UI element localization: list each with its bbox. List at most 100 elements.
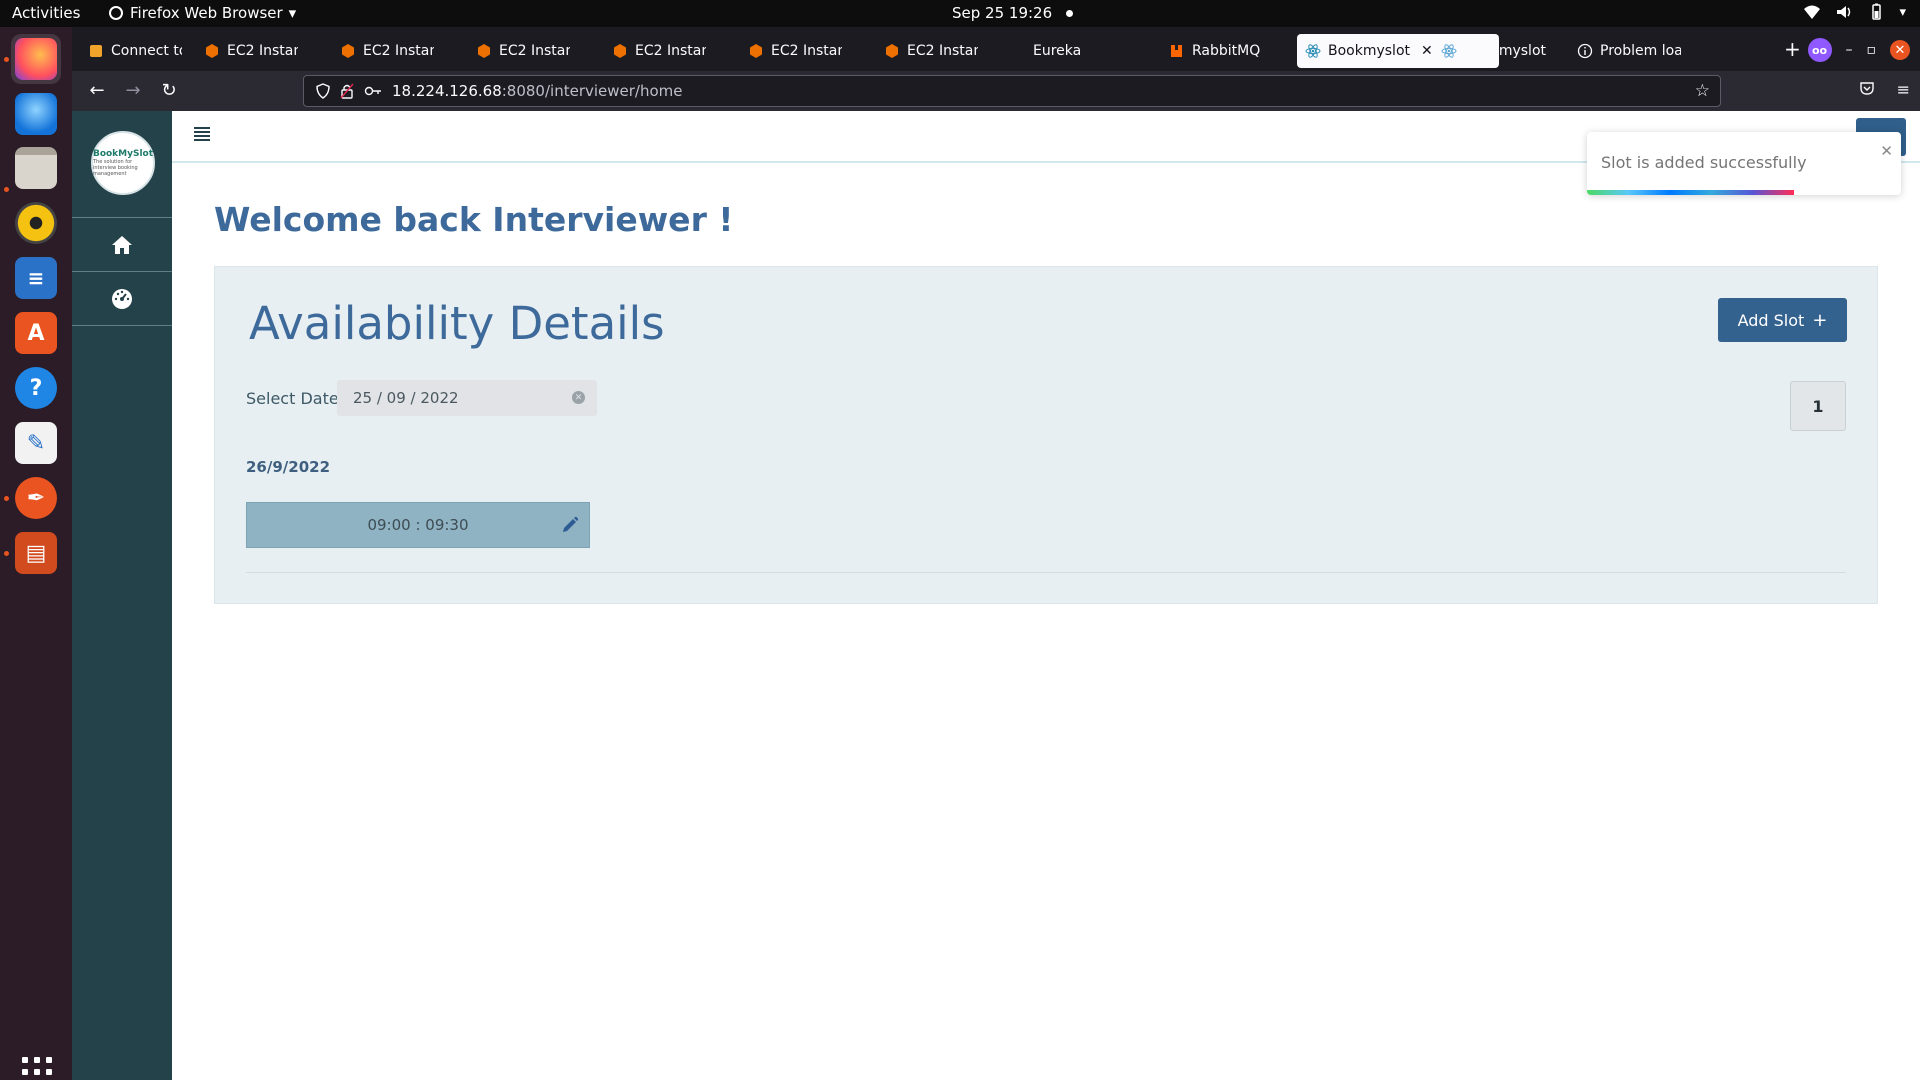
sidebar-item-dashboard[interactable] <box>72 273 172 325</box>
chevron-down-icon: ▾ <box>288 4 297 22</box>
text-editor-icon: ✎ <box>15 422 57 464</box>
close-icon[interactable]: ✕ <box>1421 43 1433 59</box>
plus-icon: + <box>1812 309 1828 331</box>
url-bar[interactable]: 18.224.126.68:8080/interviewer/home ☆ <box>303 75 1721 107</box>
pen-icon: ✒ <box>15 477 57 519</box>
browser-tab[interactable]: Connect to ins <box>80 34 190 68</box>
thunderbird-icon <box>15 93 57 135</box>
sidebar-divider <box>72 217 172 218</box>
battery-icon <box>1872 3 1882 20</box>
clock[interactable]: Sep 25 19:26 <box>952 4 1074 22</box>
date-input[interactable]: 25 / 09 / 2022 ✕ <box>337 380 597 416</box>
edit-pencil-icon[interactable] <box>561 516 579 534</box>
browser-tab[interactable]: Eureka <box>1025 34 1125 68</box>
clock-text: Sep 25 19:26 <box>952 4 1053 22</box>
add-slot-button[interactable]: Add Slot + <box>1718 298 1847 342</box>
dock-thunderbird[interactable] <box>11 89 61 139</box>
browser-tab[interactable]: EC2 Instance <box>332 34 442 68</box>
sidebar-item-home[interactable] <box>72 219 172 271</box>
dock-text-editor[interactable]: ✎ <box>11 418 61 468</box>
impress-icon: ▤ <box>15 532 57 574</box>
panel-title: Availability Details <box>249 297 665 350</box>
select-date-label: Select Date <box>246 389 339 408</box>
new-tab-button[interactable]: + <box>1784 37 1801 61</box>
running-indicator <box>4 187 9 192</box>
ec2-icon <box>342 44 354 58</box>
folder-icon <box>15 147 57 189</box>
aws-icon <box>90 45 102 57</box>
toast-message: Slot is added successfully <box>1601 153 1807 172</box>
rabbitmq-icon <box>1171 45 1182 57</box>
react-icon <box>1305 44 1321 58</box>
running-indicator <box>4 496 9 501</box>
dock-writer[interactable]: ≡ <box>11 253 61 303</box>
shield-icon <box>316 83 330 99</box>
key-icon <box>364 86 381 96</box>
bookmark-star-icon[interactable]: ☆ <box>1695 81 1710 101</box>
clear-date-icon[interactable]: ✕ <box>572 391 585 404</box>
slot-time: 09:00 : 09:30 <box>367 516 469 534</box>
browser-nav-bar: ← → ↻ 18.224.126.68:8080/interviewer/hom… <box>72 71 1920 111</box>
dashboard-gauge-icon <box>112 289 132 309</box>
insecure-lock-icon <box>340 83 354 99</box>
dock-impress[interactable]: ▤ <box>11 528 61 578</box>
firefox-small-icon <box>109 6 123 20</box>
slot-date-heading: 26/9/2022 <box>246 458 331 476</box>
close-window-button[interactable]: ✕ <box>1890 40 1910 60</box>
home-icon <box>112 236 132 254</box>
url-path: :8080/interviewer/home <box>501 82 683 100</box>
pocket-icon[interactable] <box>1859 80 1875 96</box>
availability-panel: Availability Details Add Slot + Select D… <box>214 266 1878 604</box>
show-apps-icon[interactable] <box>22 1057 52 1080</box>
bookmyslot-logo: BookMySlot The solution for interview bo… <box>91 131 155 195</box>
activities-button[interactable]: Activities <box>12 4 80 22</box>
dock-inkscape[interactable]: ✒ <box>11 473 61 523</box>
writer-icon: ≡ <box>15 257 57 299</box>
private-browsing-icon: oo <box>1807 38 1832 62</box>
maximize-button[interactable]: ▫ <box>1867 42 1877 58</box>
menu-icon[interactable]: ≡ <box>1897 80 1910 99</box>
help-icon: ? <box>15 367 57 409</box>
react-icon <box>1441 44 1457 58</box>
browser-tab[interactable]: EC2 Instance <box>740 34 850 68</box>
hamburger-menu-icon[interactable] <box>194 127 210 141</box>
forward-button[interactable]: → <box>122 80 144 102</box>
minimize-button[interactable]: – <box>1846 42 1853 58</box>
browser-tab[interactable]: EC2 Instance <box>468 34 578 68</box>
dock-files[interactable] <box>11 143 61 193</box>
firefox-icon <box>15 38 57 80</box>
browser-tab[interactable]: EC2 Instance <box>876 34 986 68</box>
browser-tab[interactable]: Bookmyslot <box>1433 34 1563 68</box>
rhythmbox-icon <box>15 202 57 244</box>
panel-divider <box>246 572 1846 573</box>
dock-firefox[interactable] <box>11 34 61 84</box>
wifi-icon <box>1804 5 1821 19</box>
time-slot-card[interactable]: 09:00 : 09:30 <box>246 502 590 548</box>
app-menu[interactable]: Firefox Web Browser ▾ <box>108 4 296 22</box>
pagination-page[interactable]: 1 <box>1790 381 1846 431</box>
success-toast[interactable]: Slot is added successfully ✕ <box>1587 132 1901 195</box>
running-indicator <box>4 551 9 556</box>
back-button[interactable]: ← <box>86 80 108 102</box>
browser-tab[interactable]: Problem load <box>1569 34 1689 68</box>
browser-tab[interactable]: EC2 Instance <box>604 34 714 68</box>
app-menu-label: Firefox Web Browser <box>130 4 283 22</box>
reload-button[interactable]: ↻ <box>158 80 180 102</box>
dock-help[interactable]: ? <box>11 363 61 413</box>
browser-tab-strip: Connect to ins EC2 Instance EC2 Instance… <box>72 27 1920 71</box>
info-icon <box>1577 43 1593 59</box>
browser-tab[interactable]: EC2 Instance <box>196 34 306 68</box>
toast-progress-bar <box>1587 190 1795 195</box>
ec2-icon <box>614 44 626 58</box>
dock-app-center[interactable]: A <box>11 308 61 358</box>
ec2-icon <box>886 44 898 58</box>
browser-tab[interactable]: RabbitMQ Ma <box>1161 34 1273 68</box>
system-tray[interactable]: ▾ <box>1803 3 1906 21</box>
dock-rhythmbox[interactable] <box>11 198 61 248</box>
close-icon[interactable]: ✕ <box>1880 142 1893 160</box>
date-value: 25 / 09 / 2022 <box>353 389 459 407</box>
window-controls: oo – ▫ ✕ <box>1807 38 1910 62</box>
running-indicator <box>4 57 9 62</box>
app-sidebar: BookMySlot The solution for interview bo… <box>72 111 172 1080</box>
url-host: 18.224.126.68 <box>392 82 502 100</box>
